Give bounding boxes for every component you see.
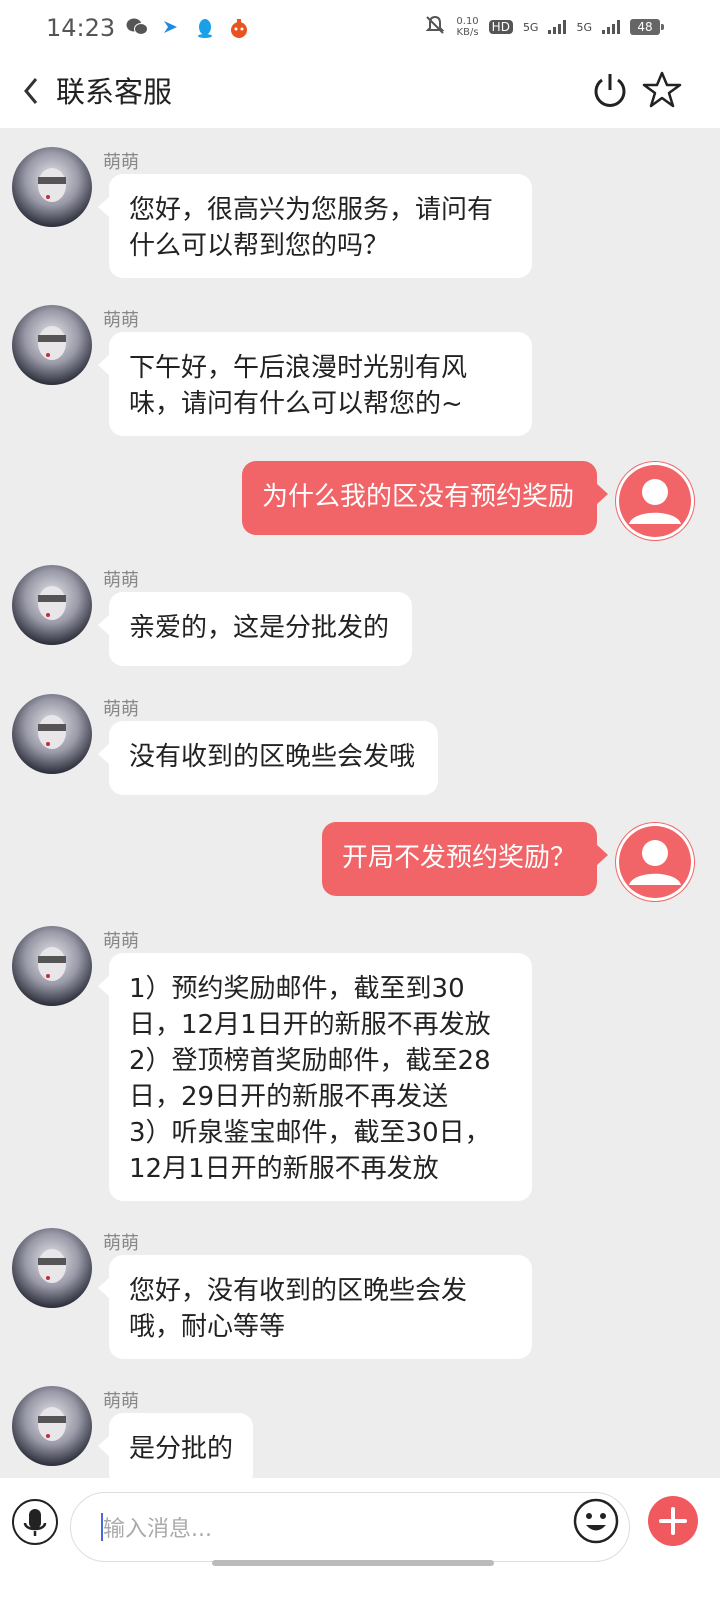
mute-bell-icon — [424, 14, 446, 40]
agent-avatar[interactable] — [12, 147, 92, 227]
agent-message-bubble[interactable]: 您好，很高兴为您服务，请问有什么可以帮到您的吗？ — [98, 174, 532, 278]
notification-icons — [126, 16, 250, 40]
agent-avatar[interactable] — [12, 926, 92, 1006]
agent-name: 萌萌 — [103, 931, 139, 952]
power-button[interactable] — [590, 70, 630, 110]
message-line: 1）预约奖励邮件，截至到30 — [129, 974, 465, 1004]
battery-icon: 48 — [630, 19, 664, 35]
signal-icon — [602, 20, 620, 34]
agent-name: 萌萌 — [103, 1233, 139, 1254]
signal-icon — [548, 20, 567, 34]
agent-avatar[interactable] — [12, 305, 92, 385]
hd-badge: HD — [488, 20, 513, 34]
agent-avatar[interactable] — [12, 565, 92, 645]
back-button[interactable] — [22, 70, 40, 117]
agent-message-bubble[interactable]: 1）预约奖励邮件，截至到30 日，12月1日开的新服不再发放 2）登顶榜首奖励邮… — [98, 953, 532, 1201]
agent-name: 萌萌 — [103, 570, 139, 591]
agent-avatar[interactable] — [12, 1386, 92, 1466]
agent-name: 萌萌 — [103, 1391, 139, 1412]
message-input-bar: 输入消息... — [0, 1478, 720, 1600]
message-input[interactable]: 输入消息... — [70, 1492, 630, 1562]
net-speed: 0.10 KB/s — [456, 16, 479, 38]
user-avatar[interactable] — [615, 822, 695, 902]
agent-avatar[interactable] — [12, 1228, 92, 1308]
wechat-icon — [126, 17, 148, 39]
agent-message-bubble[interactable]: 亲爱的，这是分批发的 — [98, 592, 412, 666]
message-line: 日，12月1日开的新服不再发放 — [129, 1010, 491, 1040]
agent-name: 萌萌 — [103, 699, 139, 720]
message-line: 12月1日开的新服不再发放 — [129, 1154, 439, 1184]
qq-icon — [194, 17, 216, 39]
user-avatar[interactable] — [615, 461, 695, 541]
agent-message-bubble[interactable]: 您好，没有收到的区晚些会发哦，耐心等等 — [98, 1255, 532, 1359]
game-app-icon — [228, 17, 250, 39]
page-title: 联系客服 — [56, 75, 173, 109]
message-line: 2）登顶榜首奖励邮件，截至28 — [129, 1046, 491, 1076]
add-attachment-button[interactable] — [648, 1496, 698, 1546]
app-header: 联系客服 — [0, 56, 720, 128]
status-bar: 14:23 0.10 KB/s HD 5G 5G 48 — [0, 0, 720, 56]
user-message-bubble[interactable]: 开局不发预约奖励？ — [322, 822, 608, 896]
agent-name: 萌萌 — [103, 152, 139, 173]
user-message-bubble[interactable]: 为什么我的区没有预约奖励 — [242, 461, 608, 535]
sim2-label: 5G — [576, 20, 592, 34]
agent-name: 萌萌 — [103, 310, 139, 331]
home-indicator[interactable] — [212, 1560, 494, 1566]
sim1-label: 5G — [522, 20, 539, 34]
agent-message-bubble[interactable]: 下午好，午后浪漫时光别有风味，请问有什么可以帮您的~ — [98, 332, 532, 436]
agent-avatar[interactable] — [12, 694, 92, 774]
input-placeholder: 输入消息... — [103, 1517, 212, 1542]
voice-input-button[interactable] — [12, 1499, 58, 1545]
favorite-star-button[interactable] — [642, 70, 682, 110]
share-arrow-icon — [160, 17, 182, 39]
agent-message-bubble[interactable]: 是分批的 — [98, 1413, 253, 1487]
agent-message-bubble[interactable]: 没有收到的区晚些会发哦 — [98, 721, 438, 795]
message-line: 日，29日开的新服不再发送 — [129, 1082, 449, 1112]
message-line: 3）听泉鉴宝邮件，截至30日， — [129, 1118, 491, 1148]
status-right: 0.10 KB/s HD 5G 5G 48 — [424, 14, 664, 40]
emoji-button[interactable] — [573, 1498, 619, 1544]
status-time: 14:23 — [46, 14, 116, 42]
